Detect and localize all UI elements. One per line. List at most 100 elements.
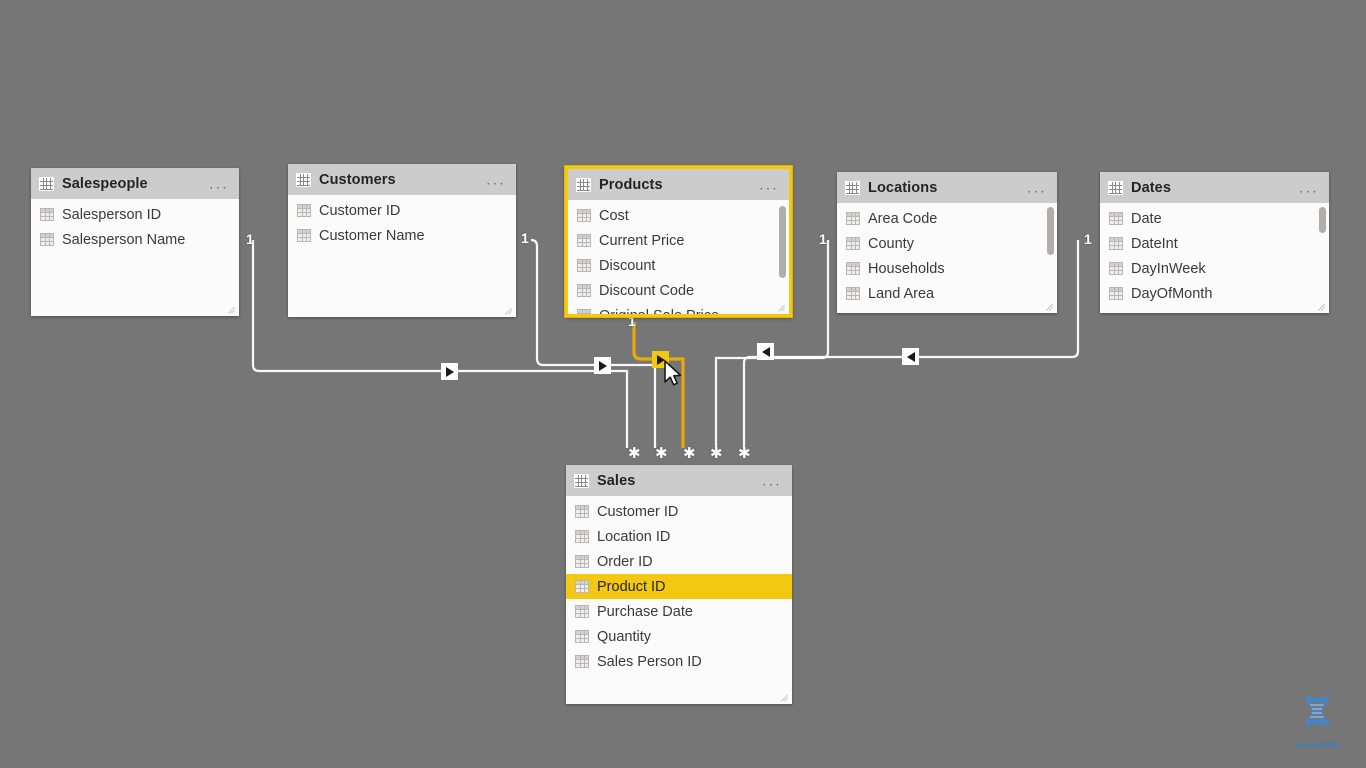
column-row[interactable]: DayOfMonth <box>1100 281 1329 306</box>
column-row[interactable]: Location ID <box>566 524 792 549</box>
column-row[interactable]: Land Area <box>837 281 1057 306</box>
arrow-triangle-icon <box>598 360 607 371</box>
subscribe-watermark: SUBSCRIBE <box>1286 694 1348 754</box>
table-menu-button[interactable]: ... <box>1299 180 1319 195</box>
resize-grip[interactable] <box>504 306 514 316</box>
relationship-arrow-products-sales[interactable] <box>652 351 669 368</box>
column-icon <box>577 284 591 297</box>
resize-grip[interactable] <box>1317 302 1327 312</box>
table-vertical-scrollbar[interactable] <box>1047 207 1054 255</box>
table-title: Dates <box>1131 179 1171 196</box>
column-label: Current Price <box>599 232 685 249</box>
relationship-arrow-customers-sales[interactable] <box>594 357 611 374</box>
relationship-arrow-locations-sales[interactable] <box>757 343 774 360</box>
many-cardinality-star-icon: ✱ <box>655 445 668 462</box>
column-label: Discount Code <box>599 282 695 299</box>
table-columns-sales: Customer ID Location ID Order ID Product ID… <box>566 496 792 704</box>
one-cardinality-label: 1 <box>819 231 827 247</box>
column-label: Salesperson Name <box>62 231 186 248</box>
resize-grip[interactable] <box>780 693 790 703</box>
column-icon <box>577 309 591 314</box>
column-row[interactable]: Discount Code <box>568 278 789 303</box>
arrow-triangle-icon <box>761 346 770 357</box>
table-menu-button[interactable]: ... <box>759 177 779 192</box>
column-label: Cost <box>599 207 629 224</box>
column-label: Customer ID <box>319 202 401 219</box>
one-cardinality-label: 1 <box>521 230 529 246</box>
column-icon <box>297 204 311 217</box>
column-label: Purchase Date <box>597 603 693 620</box>
column-row[interactable]: Cost <box>568 203 789 228</box>
column-row[interactable]: DateInt <box>1100 231 1329 256</box>
many-cardinality-star-icon: ✱ <box>628 445 641 462</box>
relationship-line-products-sales[interactable] <box>632 322 685 448</box>
relationship-arrow-salespeople-sales[interactable] <box>441 363 458 380</box>
column-label: Location ID <box>597 528 671 545</box>
resize-grip[interactable] <box>777 303 787 313</box>
table-card-products[interactable]: Products... Cost Current Price Discount Disc… <box>565 166 792 317</box>
column-row[interactable]: Sales Person ID <box>566 649 792 674</box>
table-header-locations[interactable]: Locations... <box>837 172 1057 203</box>
column-row[interactable]: Discount <box>568 253 789 278</box>
table-menu-button[interactable]: ... <box>1027 180 1047 195</box>
column-row[interactable]: Original Sale Price <box>568 303 789 314</box>
column-row[interactable]: County <box>837 231 1057 256</box>
table-card-locations[interactable]: Locations... Area Code County Households Lan… <box>837 172 1057 313</box>
column-row[interactable]: Quantity <box>566 624 792 649</box>
table-header-customers[interactable]: Customers... <box>288 164 516 195</box>
table-title: Products <box>599 176 663 193</box>
table-vertical-scrollbar[interactable] <box>779 206 786 278</box>
column-icon <box>575 530 589 543</box>
table-vertical-scrollbar[interactable] <box>1319 207 1326 233</box>
resize-grip[interactable] <box>227 305 237 315</box>
table-menu-button[interactable]: ... <box>762 473 782 488</box>
column-row[interactable]: Current Price <box>568 228 789 253</box>
table-header-sales[interactable]: Sales... <box>566 465 792 496</box>
table-card-dates[interactable]: Dates... Date DateInt DayInWeek DayOfMonth <box>1100 172 1329 313</box>
column-icon <box>297 229 311 242</box>
column-icon <box>846 212 860 225</box>
column-row[interactable]: Salesperson Name <box>31 227 239 252</box>
column-label: Customer Name <box>319 227 425 244</box>
resize-grip[interactable] <box>1045 302 1055 312</box>
table-icon <box>39 176 54 191</box>
table-card-customers[interactable]: Customers... Customer ID Customer Name <box>288 164 516 317</box>
column-label: Land Area <box>868 285 935 302</box>
table-header-products[interactable]: Products... <box>568 169 789 200</box>
column-icon <box>577 209 591 222</box>
column-row[interactable]: Customer ID <box>566 499 792 524</box>
column-row[interactable]: Salesperson ID <box>31 202 239 227</box>
table-icon <box>845 180 860 195</box>
table-header-salespeople[interactable]: Salespeople... <box>31 168 239 199</box>
arrow-triangle-icon <box>906 351 915 362</box>
column-icon <box>575 605 589 618</box>
column-icon <box>846 237 860 250</box>
column-icon <box>575 580 589 593</box>
model-view-canvas[interactable]: ✱ ✱ ✱ ✱ ✱ 11111 Salespeople... Salesperson ID… <box>0 0 1366 768</box>
column-row[interactable]: Area Code <box>837 206 1057 231</box>
column-row[interactable]: Customer Name <box>288 223 516 248</box>
relationship-arrow-dates-sales[interactable] <box>902 348 919 365</box>
table-columns-salespeople: Salesperson ID Salesperson Name <box>31 199 239 316</box>
many-cardinality-star-icon: ✱ <box>683 445 696 462</box>
subscribe-label: SUBSCRIBE <box>1294 742 1340 749</box>
one-cardinality-label: 1 <box>246 231 254 247</box>
column-icon <box>1109 262 1123 275</box>
table-menu-button[interactable]: ... <box>486 172 506 187</box>
column-row[interactable]: Date <box>1100 206 1329 231</box>
column-icon <box>1109 287 1123 300</box>
table-title: Salespeople <box>62 175 148 192</box>
table-card-salespeople[interactable]: Salespeople... Salesperson ID Salesperson … <box>31 168 239 316</box>
column-row[interactable]: Households <box>837 256 1057 281</box>
column-row[interactable]: Customer ID <box>288 198 516 223</box>
table-card-sales[interactable]: Sales... Customer ID Location ID Order ID Pr… <box>566 465 792 704</box>
table-icon <box>1108 180 1123 195</box>
column-row[interactable]: DayInWeek <box>1100 256 1329 281</box>
column-row[interactable]: Order ID <box>566 549 792 574</box>
column-row-selected[interactable]: Product ID <box>566 574 792 599</box>
table-header-dates[interactable]: Dates... <box>1100 172 1329 203</box>
table-menu-button[interactable]: ... <box>209 176 229 191</box>
table-title: Locations <box>868 179 938 196</box>
column-row[interactable]: Purchase Date <box>566 599 792 624</box>
column-icon <box>575 505 589 518</box>
